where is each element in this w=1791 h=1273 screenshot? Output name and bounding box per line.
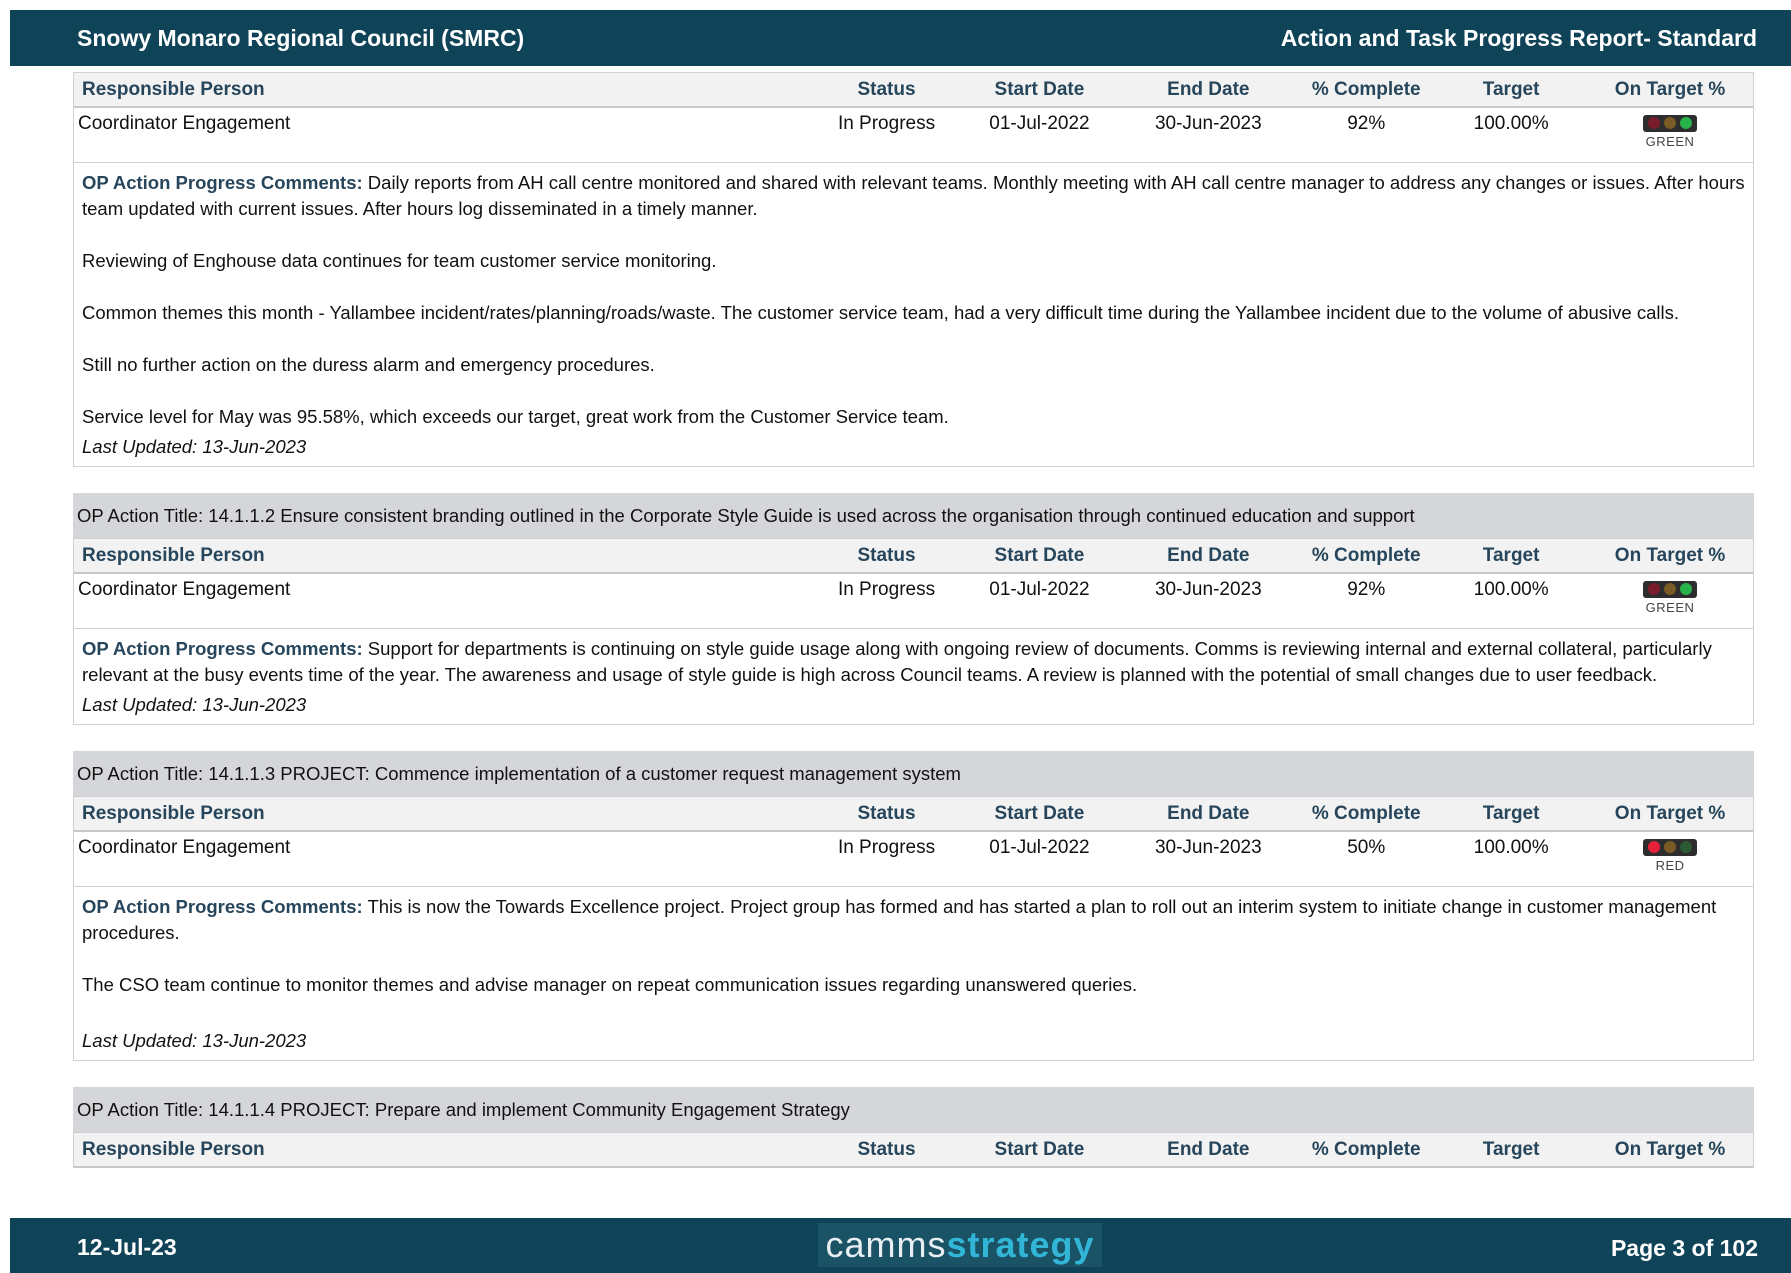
- last-updated: Last Updated: 13-Jun-2023: [82, 436, 307, 457]
- status-value: In Progress: [837, 579, 936, 600]
- col-end-date: End Date: [1167, 802, 1250, 824]
- col-start-date: Start Date: [994, 1138, 1085, 1160]
- on-target-indicator: GREEN: [1587, 113, 1753, 149]
- col-on-target: On Target %: [1614, 1138, 1726, 1160]
- page-number: Page 3 of 102: [1610, 1235, 1758, 1261]
- end-date-value: 30-Jun-2023: [1154, 113, 1262, 134]
- col-percent-complete: % Complete: [1311, 802, 1421, 824]
- status-value: In Progress: [837, 113, 936, 134]
- col-end-date: End Date: [1167, 544, 1250, 566]
- end-date-value: 30-Jun-2023: [1154, 579, 1262, 600]
- traffic-light-icon: [1643, 838, 1698, 856]
- logo-text-strategy: strategy: [946, 1224, 1095, 1265]
- comment-text: Reviewing of Enghouse data continues for…: [82, 250, 717, 271]
- col-percent-complete: % Complete: [1311, 1138, 1421, 1160]
- col-target: Target: [1482, 78, 1540, 100]
- progress-comments: OP Action Progress Comments: This is now…: [73, 887, 1754, 1061]
- table-row: Coordinator Engagement In Progress 01-Ju…: [73, 574, 1754, 629]
- col-responsible-person: Responsible Person: [82, 78, 265, 100]
- target-value: 100.00%: [1473, 837, 1549, 858]
- comment-text: Common themes this month - Yallambee inc…: [82, 302, 1679, 323]
- indicator-label: GREEN: [1645, 599, 1695, 615]
- col-on-target: On Target %: [1614, 802, 1726, 824]
- table-row: Coordinator Engagement In Progress 01-Ju…: [73, 108, 1754, 163]
- col-on-target: On Target %: [1614, 544, 1726, 566]
- percent-complete-value: 92%: [1347, 579, 1386, 600]
- report-date: 12-Jul-23: [77, 1234, 177, 1260]
- report-header: Snowy Monaro Regional Council (SMRC) Act…: [10, 10, 1791, 66]
- target-value: 100.00%: [1473, 113, 1549, 134]
- start-date-value: 01-Jul-2022: [989, 113, 1090, 134]
- indicator-label: GREEN: [1645, 133, 1695, 149]
- comments-label: OP Action Progress Comments:: [82, 638, 363, 659]
- table-row: Coordinator Engagement In Progress 01-Ju…: [73, 832, 1754, 887]
- responsible-person: Coordinator Engagement: [78, 579, 291, 600]
- end-date-value: 30-Jun-2023: [1154, 837, 1262, 858]
- column-header-row: Responsible Person Status Start Date End…: [73, 538, 1754, 574]
- col-target: Target: [1482, 544, 1540, 566]
- column-header-row: Responsible Person Status Start Date End…: [73, 72, 1754, 108]
- col-percent-complete: % Complete: [1311, 78, 1421, 100]
- column-header-row: Responsible Person Status Start Date End…: [73, 796, 1754, 832]
- col-start-date: Start Date: [994, 802, 1085, 824]
- col-status: Status: [857, 1138, 916, 1160]
- report-footer: 12-Jul-23 camms strategy Page 3 of 102: [10, 1218, 1791, 1273]
- action-title: OP Action Title: 14.1.1.2 Ensure consist…: [73, 493, 1754, 538]
- start-date-value: 01-Jul-2022: [989, 579, 1090, 600]
- logo-text-camms: camms: [825, 1224, 947, 1265]
- comments-label: OP Action Progress Comments:: [82, 172, 363, 193]
- indicator-label: RED: [1655, 857, 1685, 873]
- progress-comments: OP Action Progress Comments: Support for…: [73, 629, 1754, 725]
- col-percent-complete: % Complete: [1311, 544, 1421, 566]
- col-status: Status: [857, 78, 916, 100]
- on-target-indicator: GREEN: [1587, 579, 1753, 615]
- target-value: 100.00%: [1473, 579, 1549, 600]
- comment-text: The CSO team continue to monitor themes …: [82, 974, 1138, 995]
- on-target-indicator: RED: [1587, 837, 1753, 873]
- organisation-name: Snowy Monaro Regional Council (SMRC): [77, 24, 525, 51]
- col-start-date: Start Date: [994, 78, 1085, 100]
- responsible-person: Coordinator Engagement: [78, 837, 291, 858]
- traffic-light-icon: [1643, 114, 1698, 132]
- traffic-light-icon: [1643, 580, 1698, 598]
- col-target: Target: [1482, 1138, 1540, 1160]
- last-updated: Last Updated: 13-Jun-2023: [82, 694, 307, 715]
- column-header-row: Responsible Person Status Start Date End…: [73, 1132, 1754, 1168]
- status-value: In Progress: [837, 837, 936, 858]
- action-title: OP Action Title: 14.1.1.4 PROJECT: Prepa…: [73, 1087, 1754, 1132]
- col-end-date: End Date: [1167, 1138, 1250, 1160]
- col-status: Status: [857, 802, 916, 824]
- col-end-date: End Date: [1167, 78, 1250, 100]
- report-content: Responsible Person Status Start Date End…: [73, 72, 1754, 1168]
- percent-complete-value: 50%: [1347, 837, 1386, 858]
- last-updated: Last Updated: 13-Jun-2023: [82, 1030, 307, 1051]
- start-date-value: 01-Jul-2022: [989, 837, 1090, 858]
- comments-label: OP Action Progress Comments:: [82, 896, 363, 917]
- progress-comments: OP Action Progress Comments: Daily repor…: [73, 163, 1754, 467]
- col-responsible-person: Responsible Person: [82, 1138, 265, 1160]
- col-on-target: On Target %: [1614, 78, 1726, 100]
- col-status: Status: [857, 544, 916, 566]
- col-start-date: Start Date: [994, 544, 1085, 566]
- action-title: OP Action Title: 14.1.1.3 PROJECT: Comme…: [73, 751, 1754, 796]
- responsible-person: Coordinator Engagement: [78, 113, 291, 134]
- col-responsible-person: Responsible Person: [82, 802, 265, 824]
- col-target: Target: [1482, 802, 1540, 824]
- comment-text: Still no further action on the duress al…: [82, 354, 655, 375]
- camms-strategy-logo: camms strategy: [818, 1223, 1102, 1267]
- report-title: Action and Task Progress Report- Standar…: [1280, 24, 1757, 51]
- col-responsible-person: Responsible Person: [82, 544, 265, 566]
- percent-complete-value: 92%: [1347, 113, 1386, 134]
- comment-text: Service level for May was 95.58%, which …: [82, 406, 949, 427]
